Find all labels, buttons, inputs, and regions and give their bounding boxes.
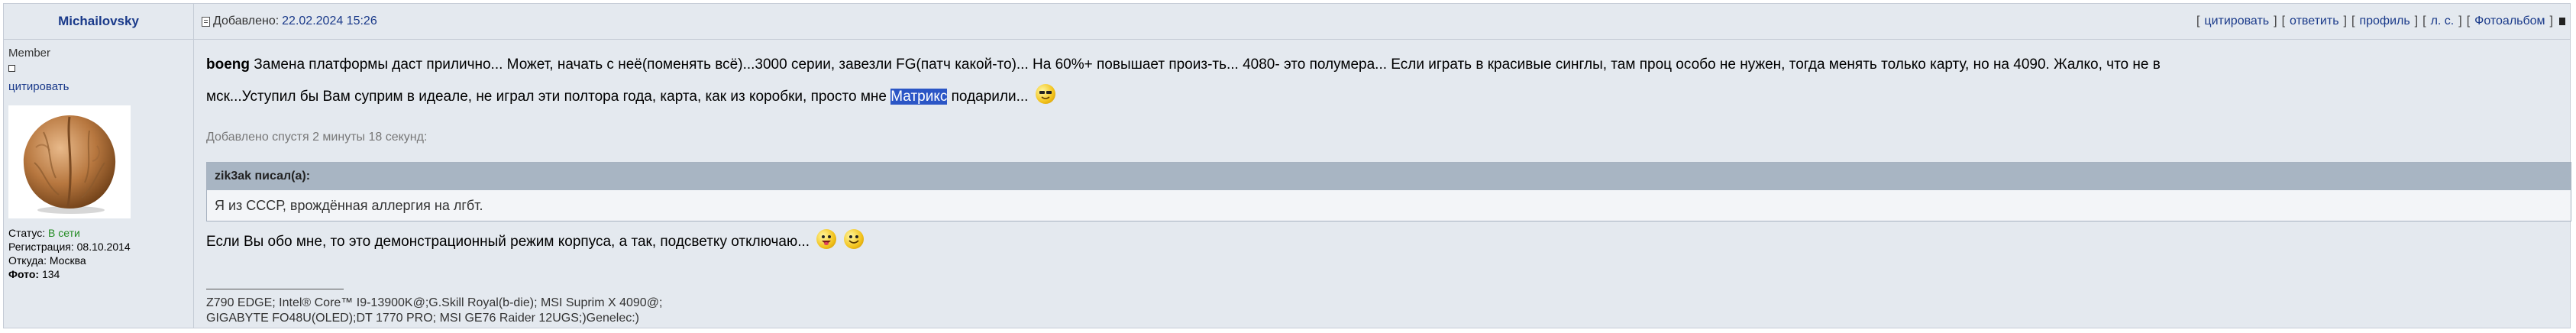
profile-button[interactable]: профиль — [2359, 15, 2410, 28]
forum-post: Michailovsky Member цитировать Статус: В… — [3, 3, 2571, 328]
author-info: Member цитировать Статус: В сети Регистр… — [4, 40, 193, 281]
post-header: Добавлено: 22.02.2024 15:26 [цитировать]… — [194, 4, 2570, 40]
photo-row: Фото: 134 — [8, 268, 60, 280]
reply-button[interactable]: ответить — [2290, 15, 2339, 28]
post-paragraph-2: Если Вы обо мне, то это демонстрационный… — [206, 226, 2558, 258]
quote-author: zik3ak писал(а): — [207, 163, 2571, 190]
post-date: Добавлено: 22.02.2024 15:26 — [202, 15, 377, 28]
tongue-smiley-icon — [816, 229, 837, 249]
author-nick-link[interactable]: Michailovsky — [58, 14, 139, 29]
post-actions: [цитировать] [ответить] [профиль] [л. с.… — [2196, 15, 2565, 28]
pm-button[interactable]: л. с. — [2431, 15, 2455, 28]
reg-row: Регистрация: 08.10.2014 — [8, 241, 131, 253]
cool-smiley-icon — [1035, 84, 1055, 104]
grin-smiley-icon — [843, 229, 864, 249]
author-rank: Member — [8, 47, 51, 60]
walnut-avatar — [8, 105, 131, 218]
post-content: boeng Замена платформы даст прилично... … — [194, 40, 2571, 326]
walnut-image — [23, 115, 116, 214]
post-link-icon[interactable] — [202, 16, 210, 27]
rank-dot-icon — [8, 65, 15, 72]
selected-text: Матрикс — [890, 89, 948, 105]
post-body-column: Добавлено: 22.02.2024 15:26 [цитировать]… — [194, 4, 2571, 328]
author-column: Michailovsky Member цитировать Статус: В… — [4, 4, 194, 328]
author-details: Статус: В сети Регистрация: 08.10.2014 О… — [8, 226, 193, 281]
added-later-note: Добавлено спустя 2 минуты 18 секунд: — [206, 131, 428, 144]
quote-block: zik3ak писал(а): Я из СССР, врождённая а… — [206, 162, 2571, 221]
status-row: Статус: В сети — [8, 227, 80, 239]
signature-line-2: GIGABYTE FO48U(OLED);DT 1770 PRO; MSI GE… — [206, 312, 640, 325]
author-nickbar: Michailovsky — [4, 4, 193, 40]
quote-text: Я из СССР, врождённая аллергия на лгбт. — [207, 190, 2571, 221]
signature-line-1: Z790 EDGE; Intel® Core™ I9-13900K@;G.Ski… — [206, 296, 663, 309]
from-row: Откуда: Москва — [8, 254, 86, 267]
post-paragraph-1: boeng Замена платформы даст прилично... … — [206, 57, 2161, 105]
status-online: В сети — [48, 227, 80, 239]
signature: Z790 EDGE; Intel® Core™ I9-13900K@;G.Ski… — [206, 296, 2558, 326]
cite-author-link[interactable]: цитировать — [8, 79, 193, 95]
addressee-name[interactable]: boeng — [206, 57, 250, 73]
quote-button[interactable]: цитировать — [2204, 15, 2269, 28]
to-top-icon[interactable] — [2559, 18, 2565, 25]
photoalbum-button[interactable]: Фотоальбом — [2474, 15, 2545, 28]
